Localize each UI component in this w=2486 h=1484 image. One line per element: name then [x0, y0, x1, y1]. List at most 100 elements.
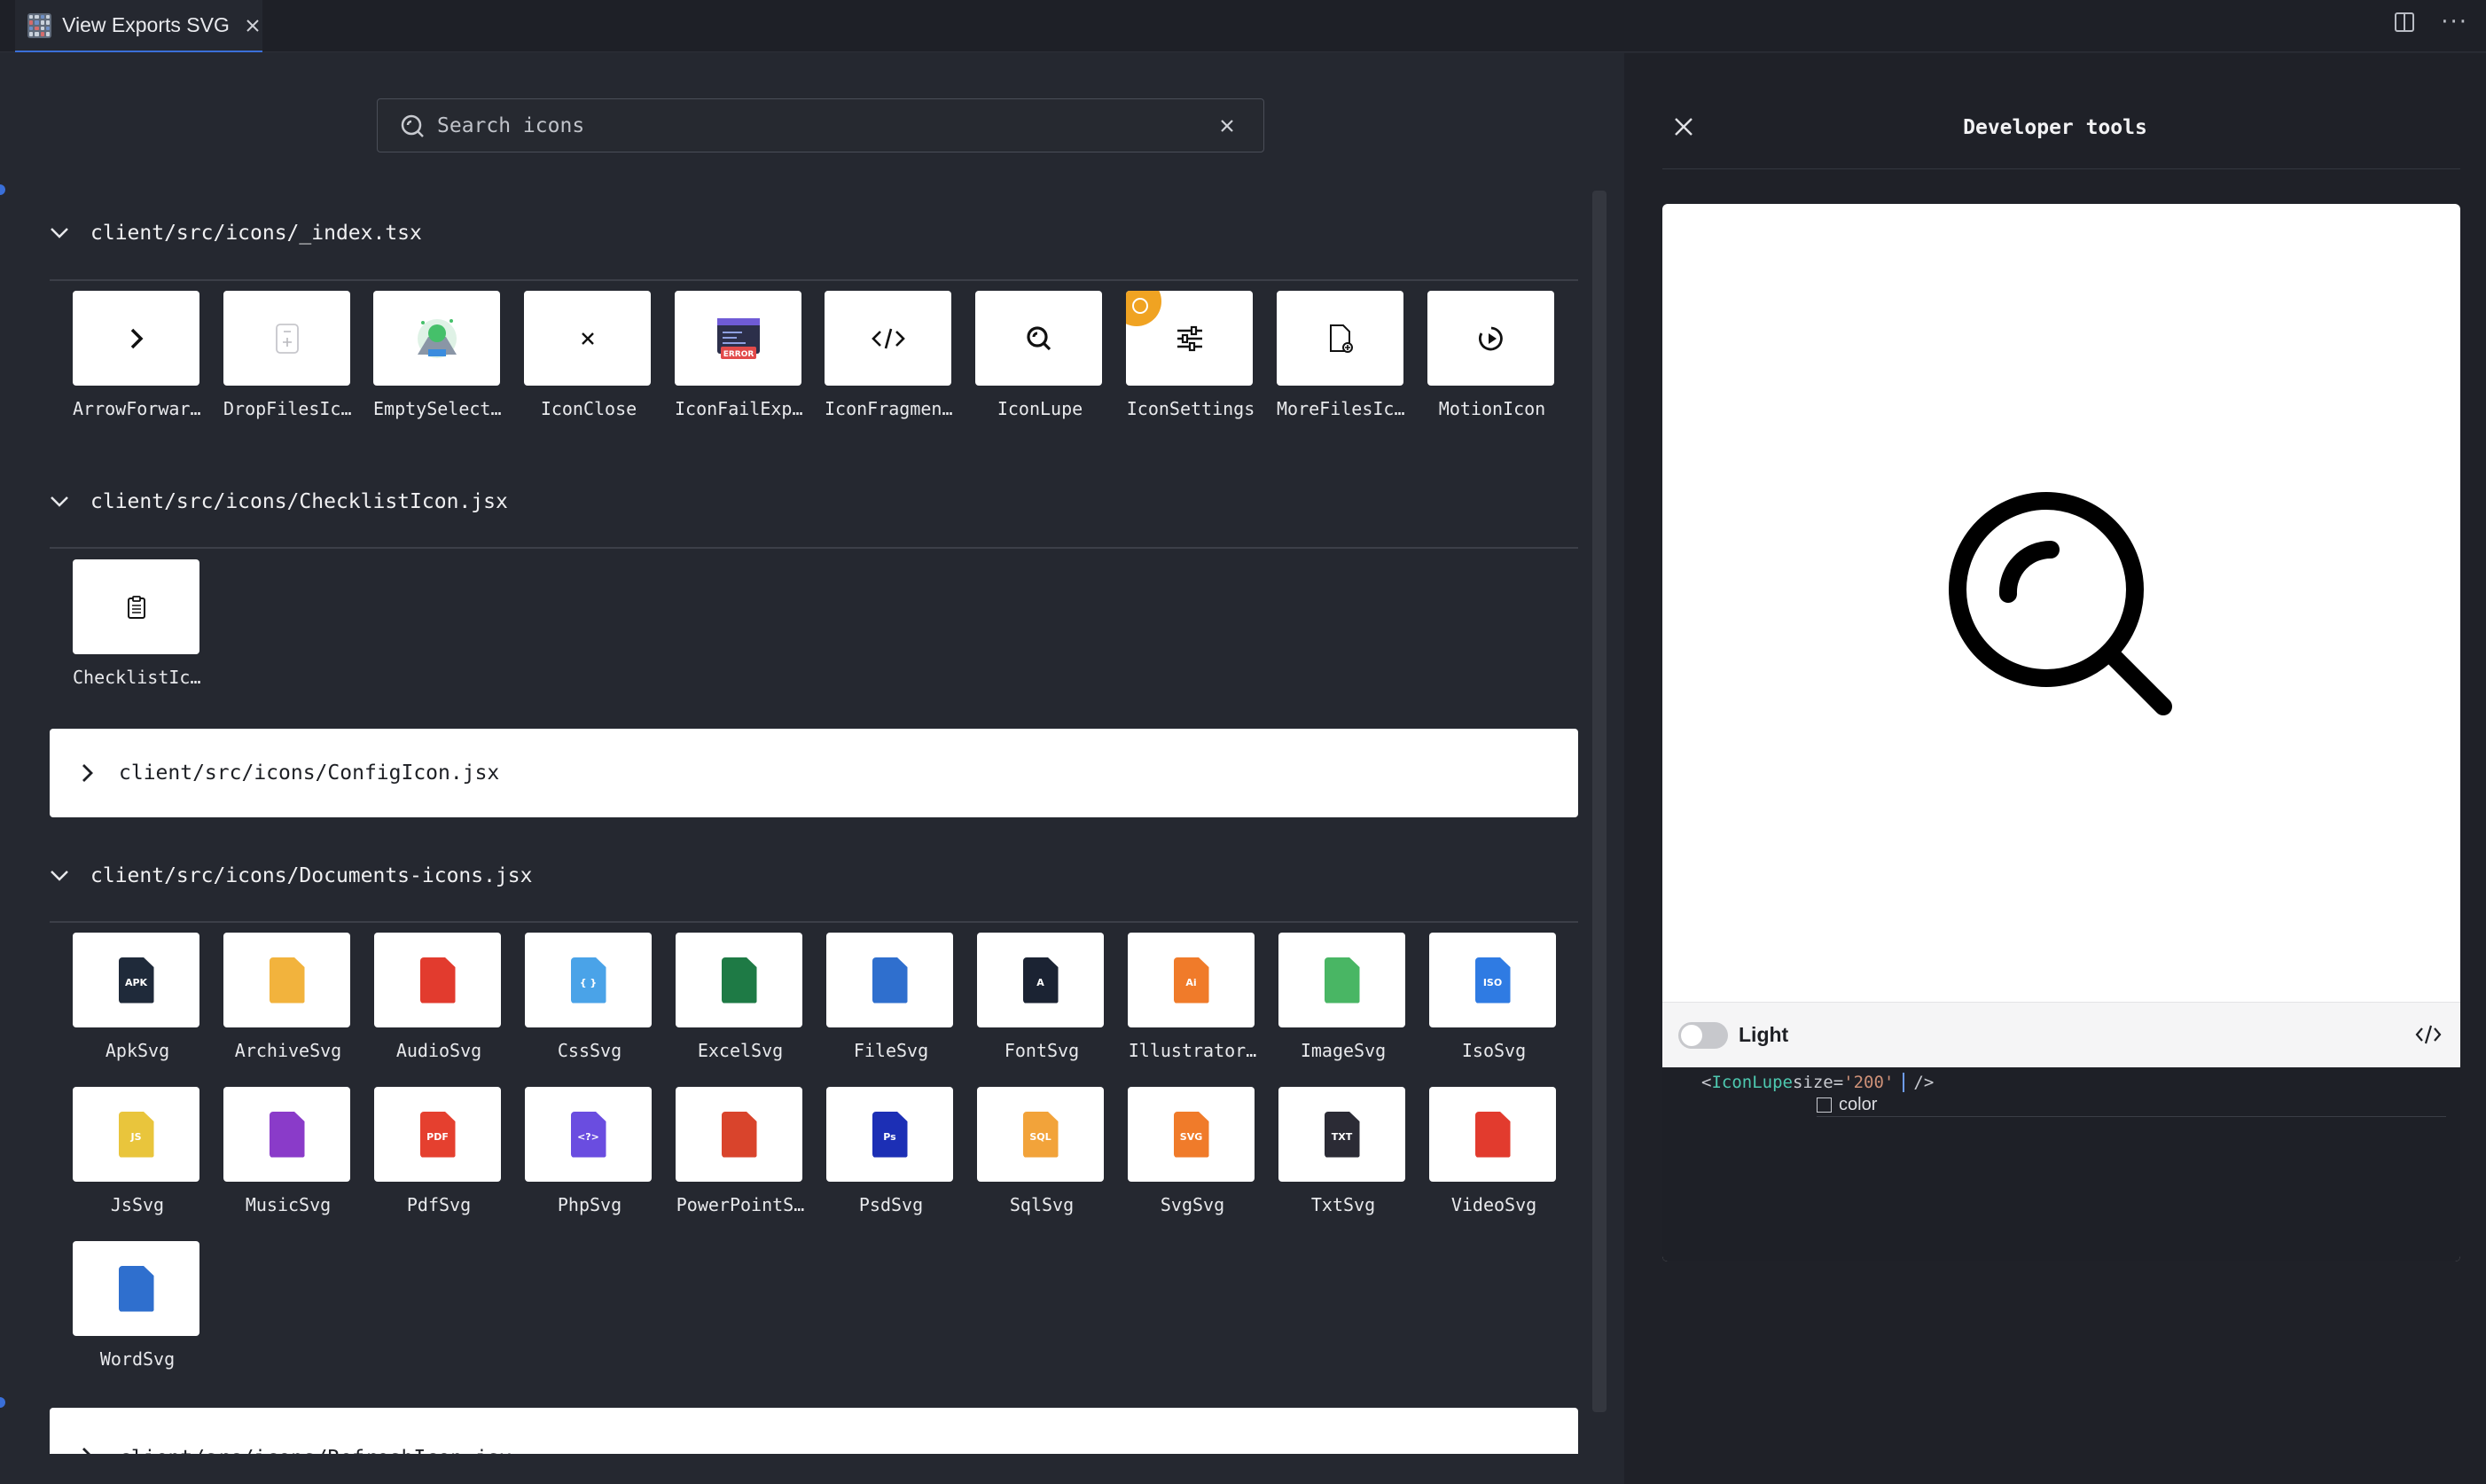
- group-header-config[interactable]: client/src/icons/ConfigIcon.jsx: [50, 729, 1578, 817]
- document-file-icon: TXT: [1324, 1111, 1360, 1158]
- icon-tile[interactable]: <?> PhpSvg: [525, 1087, 654, 1215]
- icon-tile[interactable]: ExcelSvg: [676, 933, 805, 1061]
- tile-label: ArchiveSvg: [234, 1040, 342, 1061]
- group-title: client/src/icons/ChecklistIcon.jsx: [90, 490, 508, 513]
- tile-label: IconClose: [540, 398, 637, 419]
- motion-badge-icon: [1126, 291, 1161, 326]
- icon-tile[interactable]: APK ApkSvg: [73, 933, 202, 1061]
- document-file-icon: SQL: [1022, 1111, 1059, 1158]
- checkbox[interactable]: [1817, 1097, 1832, 1113]
- icon-tile[interactable]: Ai Illustrator…: [1128, 933, 1257, 1061]
- code-editor[interactable]: < IconLupe size= '200'/> color: [1662, 1067, 2460, 1261]
- theme-toggle[interactable]: [1678, 1021, 1728, 1049]
- icon-tile[interactable]: ImageSvg: [1278, 933, 1408, 1061]
- clear-search-icon[interactable]: [1217, 116, 1237, 136]
- tile-label: Illustrator…: [1128, 1040, 1257, 1061]
- icon-tile[interactable]: JS JsSvg: [73, 1087, 202, 1215]
- icon-tile[interactable]: MotionIcon: [1427, 291, 1557, 419]
- checklist-icon: [127, 595, 145, 619]
- icon-tile[interactable]: IconFragmen…: [825, 291, 954, 419]
- icon-tile[interactable]: EmptySelect…: [373, 291, 503, 419]
- settings-sliders-icon: [1177, 325, 1202, 351]
- icon-tile[interactable]: ArchiveSvg: [223, 933, 353, 1061]
- chevron-down-icon: [50, 223, 69, 243]
- code-fragment-icon: [871, 328, 905, 348]
- prop-option-color[interactable]: color: [1817, 1094, 2446, 1117]
- tile-label: ArrowForwar…: [73, 398, 201, 419]
- icon-tile[interactable]: DropFilesIc…: [223, 291, 353, 419]
- document-file-icon: A: [1022, 957, 1059, 1004]
- document-file-icon: [1324, 957, 1360, 1004]
- icon-tile[interactable]: AudioSvg: [374, 933, 504, 1061]
- tile-label: PhpSvg: [557, 1194, 622, 1215]
- drop-files-icon: [275, 323, 299, 354]
- scrollbar[interactable]: [1592, 191, 1607, 1412]
- document-file-icon: JS: [118, 1111, 154, 1158]
- tile-label: ApkSvg: [105, 1040, 170, 1061]
- icon-tile[interactable]: { } CssSvg: [525, 933, 654, 1061]
- tile-label: PdfSvg: [406, 1194, 472, 1215]
- search-bar: [377, 98, 1264, 152]
- editor-tab[interactable]: View Exports SVG: [15, 0, 262, 52]
- document-file-icon: [269, 957, 305, 1004]
- icon-preview: Light < IconLupe size= '200'/> color: [1662, 204, 2460, 1261]
- group-header-checklist[interactable]: client/src/icons/ChecklistIcon.jsx: [50, 475, 1575, 528]
- icon-tile[interactable]: ChecklistIc…: [73, 559, 202, 688]
- document-file-icon: SVG: [1173, 1111, 1209, 1158]
- tile-label: FontSvg: [1004, 1040, 1080, 1061]
- document-file-icon: APK: [118, 957, 154, 1004]
- more-actions-icon[interactable]: ···: [2441, 11, 2468, 34]
- icon-tile[interactable]: ArrowForwar…: [73, 291, 202, 419]
- icon-gallery: client/src/icons/_index.tsx ArrowForwar……: [0, 53, 1624, 1484]
- edge-indicator: [0, 184, 5, 195]
- icon-tile[interactable]: MusicSvg: [223, 1087, 353, 1215]
- icon-tile[interactable]: ISO IsoSvg: [1429, 933, 1559, 1061]
- icon-tile[interactable]: IconLupe: [975, 291, 1105, 419]
- document-file-icon: PDF: [419, 1111, 456, 1158]
- icon-tile[interactable]: Ps PsdSvg: [826, 1087, 956, 1215]
- icon-tile[interactable]: MoreFilesIc…: [1277, 291, 1406, 419]
- group-title: client/src/icons/Documents-icons.jsx: [90, 864, 533, 887]
- icon-tile[interactable]: VideoSvg: [1429, 1087, 1559, 1215]
- icon-tile[interactable]: SQL SqlSvg: [977, 1087, 1106, 1215]
- code-icon[interactable]: [2414, 1022, 2443, 1047]
- tile-label: ChecklistIc…: [73, 667, 201, 688]
- document-file-icon: [269, 1111, 305, 1158]
- tile-label: ExcelSvg: [697, 1040, 784, 1061]
- icon-tile[interactable]: IconSettings: [1126, 291, 1255, 419]
- close-icon: [581, 332, 594, 345]
- tile-label: MoreFilesIc…: [1277, 398, 1405, 419]
- icon-tile[interactable]: IconClose: [524, 291, 653, 419]
- icon-tile[interactable]: PDF PdfSvg: [374, 1087, 504, 1215]
- split-editor-icon[interactable]: [2395, 12, 2415, 32]
- prop-option-label: color: [1839, 1095, 1878, 1114]
- tile-label: VideoSvg: [1450, 1194, 1537, 1215]
- preview-grid-icon: [27, 12, 52, 38]
- icon-tile[interactable]: ERROR IconFailExp…: [675, 291, 804, 419]
- chevron-down-icon: [50, 492, 69, 512]
- tile-label: FileSvg: [853, 1040, 929, 1061]
- icon-tile[interactable]: FileSvg: [826, 933, 956, 1061]
- document-file-icon: { }: [570, 957, 606, 1004]
- close-tab-icon[interactable]: [244, 16, 262, 35]
- icon-tile[interactable]: PowerPointS…: [676, 1087, 805, 1215]
- icon-tile[interactable]: SVG SvgSvg: [1128, 1087, 1257, 1215]
- tile-label: IsoSvg: [1461, 1040, 1527, 1061]
- tab-bar: View Exports SVG ···: [0, 0, 2486, 52]
- document-file-icon: ISO: [1474, 957, 1511, 1004]
- icon-tile[interactable]: A FontSvg: [977, 933, 1106, 1061]
- panel-title: Developer tools: [1963, 116, 2147, 139]
- document-file-icon: [419, 957, 456, 1004]
- group-header-documents[interactable]: client/src/icons/Documents-icons.jsx: [50, 849, 1575, 902]
- icon-tile[interactable]: TXT TxtSvg: [1278, 1087, 1408, 1215]
- tile-label: AudioSvg: [395, 1040, 482, 1061]
- tile-label: WordSvg: [99, 1348, 176, 1370]
- tile-label: TxtSvg: [1310, 1194, 1376, 1215]
- icon-tile[interactable]: WordSvg: [73, 1241, 202, 1370]
- document-file-icon: Ai: [1173, 957, 1209, 1004]
- tile-label: PsdSvg: [858, 1194, 924, 1215]
- more-files-icon: [1329, 324, 1353, 353]
- document-file-icon: [721, 957, 757, 1004]
- search-input[interactable]: [437, 113, 1200, 137]
- group-header-index[interactable]: client/src/icons/_index.tsx: [50, 207, 1575, 260]
